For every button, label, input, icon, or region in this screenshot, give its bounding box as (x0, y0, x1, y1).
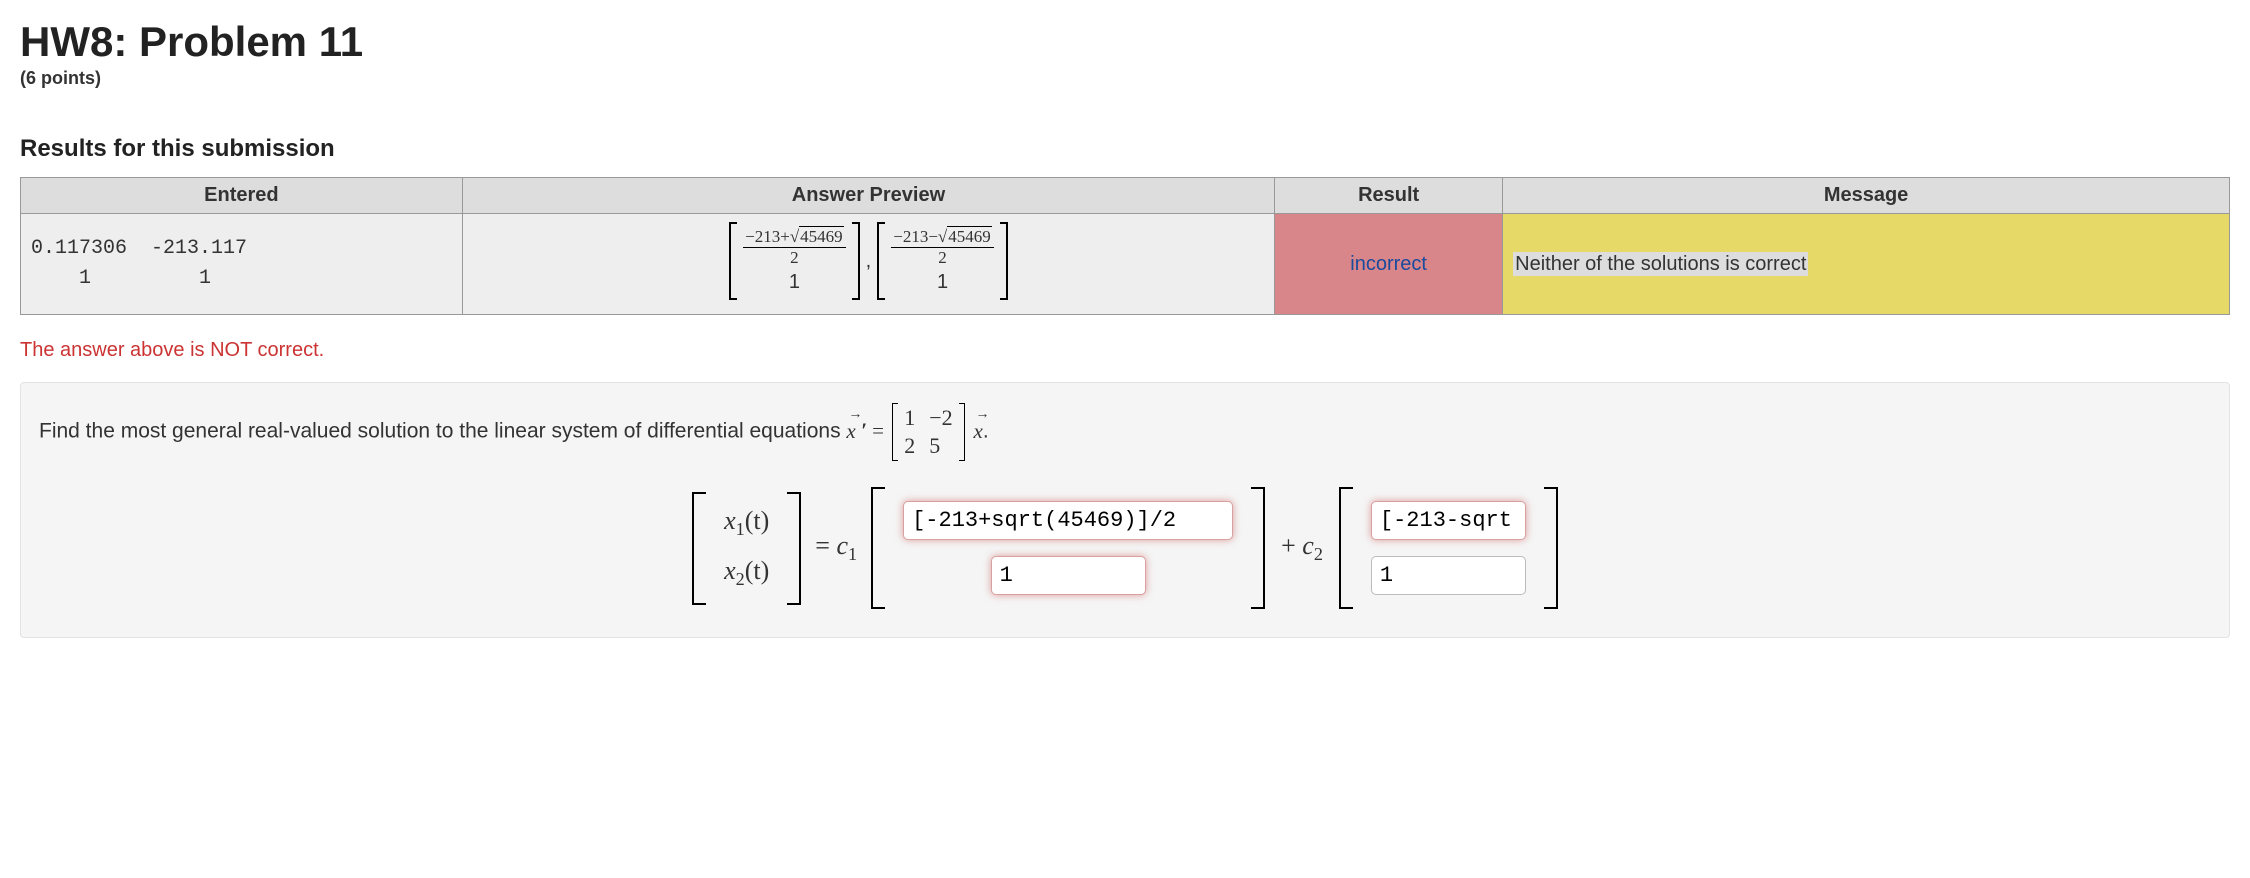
problem-box: Find the most general real-valued soluti… (20, 382, 2230, 638)
v1-bot: 1 (789, 271, 800, 294)
results-table: Entered Answer Preview Result Message 0.… (20, 177, 2230, 315)
not-correct-notice: The answer above is NOT correct. (20, 339, 2230, 362)
c1-entry-2-input[interactable] (991, 556, 1146, 595)
c1-vector (871, 487, 1265, 609)
cell-preview: −213+√45469 2 1 , (462, 214, 1274, 315)
v1-numer-sign: −213+ (745, 227, 790, 246)
col-entered: Entered (21, 178, 463, 214)
lhs-vector: x1(t) x2(t) (692, 492, 801, 604)
coef-matrix: 1−2 25 (892, 403, 964, 461)
v2-bot: 1 (937, 271, 948, 294)
c1-entry-1-input[interactable] (903, 501, 1233, 540)
v2-denom: 2 (938, 248, 947, 268)
cell-message: Neither of the solutions is correct (1503, 214, 2230, 315)
v2-radicand: 45469 (947, 226, 992, 246)
points-label: (6 points) (20, 68, 2230, 89)
table-row: 0.117306 -213.117 1 1 −213+√45469 (21, 214, 2230, 315)
page-title: HW8: Problem 11 (20, 18, 2230, 66)
results-heading: Results for this submission (20, 135, 2230, 163)
prompt-text-after: . (983, 420, 989, 443)
cell-result: incorrect (1275, 214, 1503, 315)
col-message: Message (1503, 178, 2230, 214)
v2-numer-sign: −213− (893, 227, 938, 246)
answer-form: x1(t) x2(t) = c1 + c2 (39, 487, 2211, 609)
v1-radicand: 45469 (799, 226, 844, 246)
preview-comma: , (866, 250, 872, 273)
table-header-row: Entered Answer Preview Result Message (21, 178, 2230, 214)
prompt-text-before: Find the most general real-valued soluti… (39, 420, 846, 443)
cell-entered: 0.117306 -213.117 1 1 (21, 214, 463, 315)
col-result: Result (1275, 178, 1503, 214)
problem-prompt: Find the most general real-valued soluti… (39, 403, 2211, 461)
c2-entry-1-input[interactable] (1371, 501, 1526, 540)
c2-entry-2-input[interactable] (1371, 556, 1526, 595)
col-preview: Answer Preview (462, 178, 1274, 214)
c2-vector (1339, 487, 1558, 609)
v1-denom: 2 (790, 248, 799, 268)
